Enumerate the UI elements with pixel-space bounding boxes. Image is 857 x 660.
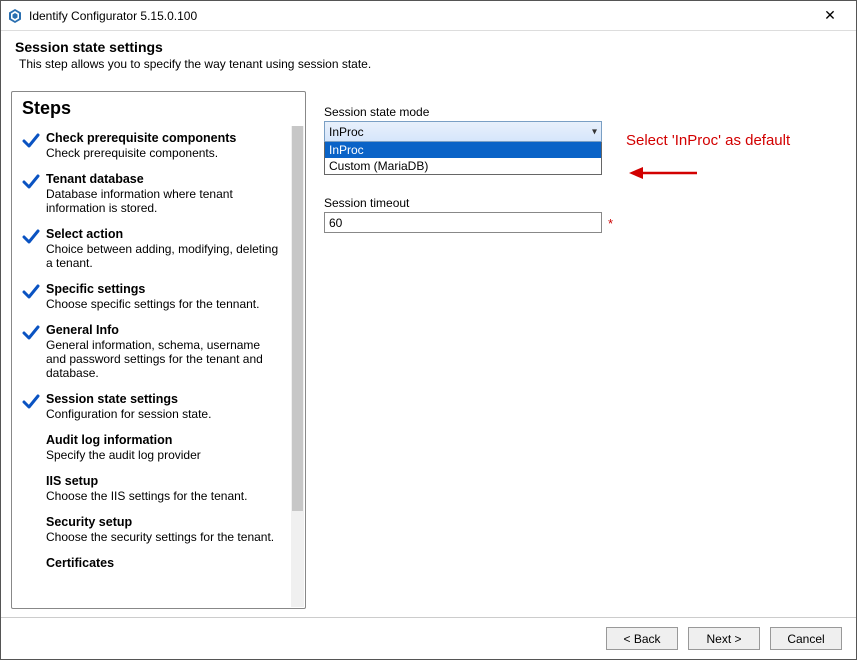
body-split: Steps Check prerequisite componentsCheck… bbox=[1, 85, 856, 615]
required-asterisk: * bbox=[608, 216, 613, 231]
step-desc: General information, schema, username an… bbox=[46, 338, 281, 380]
back-button[interactable]: < Back bbox=[606, 627, 678, 650]
mode-label: Session state mode bbox=[324, 105, 836, 119]
step-text: Select actionChoice between adding, modi… bbox=[46, 227, 281, 270]
step-text: Check prerequisite componentsCheck prere… bbox=[46, 131, 281, 160]
footer: < Back Next > Cancel bbox=[1, 617, 856, 659]
step-text: Tenant databaseDatabase information wher… bbox=[46, 172, 281, 215]
page-header: Session state settings This step allows … bbox=[1, 31, 856, 85]
titlebar: Identify Configurator 5.15.0.100 ✕ bbox=[1, 1, 856, 31]
form-panel: Session state mode InProc ▾ InProc Custo… bbox=[314, 91, 846, 609]
check-icon bbox=[22, 393, 40, 414]
scrollbar-thumb[interactable] bbox=[292, 126, 303, 511]
step-title: Security setup bbox=[46, 515, 281, 529]
step-desc: Database information where tenant inform… bbox=[46, 187, 281, 215]
check-icon bbox=[22, 173, 40, 194]
close-icon[interactable]: ✕ bbox=[810, 7, 850, 24]
session-mode-value: InProc bbox=[329, 125, 364, 139]
step-title: Select action bbox=[46, 227, 281, 241]
step-title: Tenant database bbox=[46, 172, 281, 186]
session-mode-option-custom[interactable]: Custom (MariaDB) bbox=[325, 158, 601, 174]
step-text: General InfoGeneral information, schema,… bbox=[46, 323, 281, 380]
step-item: General InfoGeneral information, schema,… bbox=[20, 317, 283, 386]
step-desc: Choice between adding, modifying, deleti… bbox=[46, 242, 281, 270]
step-text: Specific settingsChoose specific setting… bbox=[46, 282, 281, 311]
annotation-arrow-icon bbox=[629, 164, 699, 182]
page-title: Session state settings bbox=[15, 39, 842, 55]
page-subtitle: This step allows you to specify the way … bbox=[15, 57, 842, 71]
next-button[interactable]: Next > bbox=[688, 627, 760, 650]
session-timeout-input[interactable] bbox=[324, 212, 602, 233]
steps-panel: Steps Check prerequisite componentsCheck… bbox=[11, 91, 306, 609]
step-item: Tenant databaseDatabase information wher… bbox=[20, 166, 283, 221]
app-icon bbox=[7, 8, 23, 24]
step-title: Session state settings bbox=[46, 392, 281, 406]
check-icon bbox=[22, 283, 40, 304]
step-item: Check prerequisite componentsCheck prere… bbox=[20, 125, 283, 166]
step-item: Session state settingsConfiguration for … bbox=[20, 386, 283, 427]
timeout-label: Session timeout bbox=[324, 196, 836, 210]
step-desc: Choose the security settings for the ten… bbox=[46, 530, 281, 544]
step-title: Check prerequisite components bbox=[46, 131, 281, 145]
step-title: General Info bbox=[46, 323, 281, 337]
session-mode-option-inproc[interactable]: InProc bbox=[325, 142, 601, 158]
chevron-down-icon: ▾ bbox=[592, 126, 597, 137]
step-text: Security setupChoose the security settin… bbox=[46, 515, 281, 544]
step-text: Audit log informationSpecify the audit l… bbox=[46, 433, 281, 462]
step-item: Audit log informationSpecify the audit l… bbox=[20, 427, 283, 468]
step-desc: Specify the audit log provider bbox=[46, 448, 281, 462]
step-desc: Choose specific settings for the tennant… bbox=[46, 297, 281, 311]
scrollbar[interactable] bbox=[291, 126, 304, 607]
window-title: Identify Configurator 5.15.0.100 bbox=[29, 9, 810, 23]
step-title: Audit log information bbox=[46, 433, 281, 447]
check-icon bbox=[22, 324, 40, 345]
steps-heading: Steps bbox=[12, 92, 305, 125]
steps-list: Check prerequisite componentsCheck prere… bbox=[12, 125, 291, 608]
step-desc: Check prerequisite components. bbox=[46, 146, 281, 160]
step-desc: Configuration for session state. bbox=[46, 407, 281, 421]
annotation-text: Select 'InProc' as default bbox=[626, 132, 790, 149]
cancel-button[interactable]: Cancel bbox=[770, 627, 842, 650]
step-title: Certificates bbox=[46, 556, 281, 570]
check-icon bbox=[22, 228, 40, 249]
step-item: Select actionChoice between adding, modi… bbox=[20, 221, 283, 276]
step-title: Specific settings bbox=[46, 282, 281, 296]
step-item: IIS setupChoose the IIS settings for the… bbox=[20, 468, 283, 509]
step-text: Certificates bbox=[46, 556, 281, 570]
step-text: IIS setupChoose the IIS settings for the… bbox=[46, 474, 281, 503]
step-item: Certificates bbox=[20, 550, 283, 584]
step-desc: Choose the IIS settings for the tenant. bbox=[46, 489, 281, 503]
session-mode-combo[interactable]: InProc ▾ bbox=[324, 121, 602, 142]
step-title: IIS setup bbox=[46, 474, 281, 488]
step-item: Security setupChoose the security settin… bbox=[20, 509, 283, 550]
step-item: Specific settingsChoose specific setting… bbox=[20, 276, 283, 317]
check-icon bbox=[22, 132, 40, 153]
step-text: Session state settingsConfiguration for … bbox=[46, 392, 281, 421]
session-mode-dropdown-list: InProc Custom (MariaDB) bbox=[324, 142, 602, 175]
